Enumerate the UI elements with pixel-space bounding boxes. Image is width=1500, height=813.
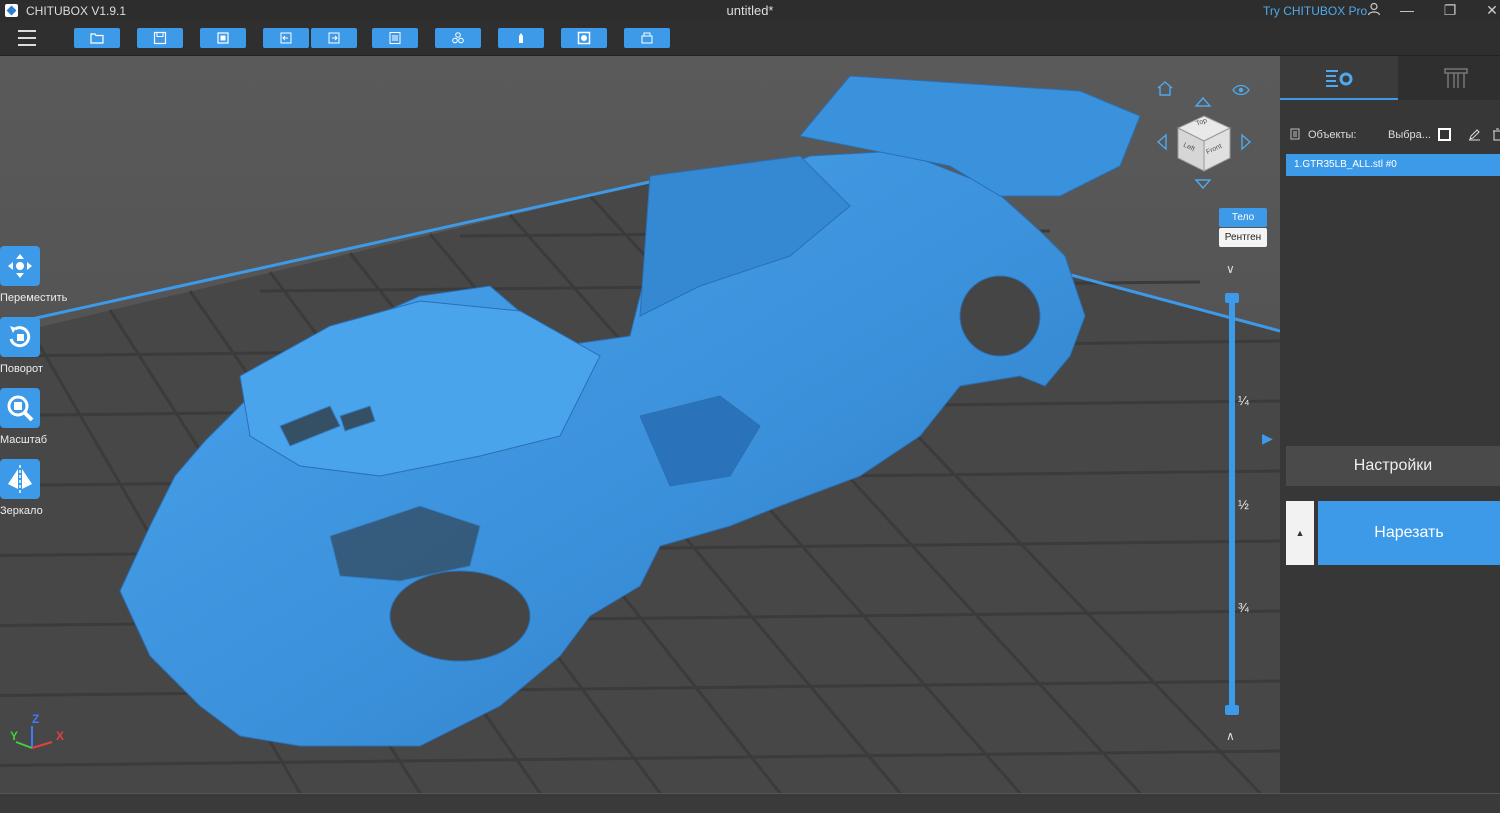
status-bar: [0, 793, 1500, 813]
slider-up-chevron-icon[interactable]: ∧: [1226, 729, 1235, 743]
mirror-label: Зеркало: [0, 505, 43, 517]
folder-icon: [90, 33, 104, 44]
render-mode-xray-button[interactable]: Рентген: [1219, 228, 1267, 247]
move-arrows-icon: [8, 254, 32, 278]
printer-settings-button[interactable]: [624, 28, 670, 48]
support-icon: [519, 33, 523, 43]
scale-tool[interactable]: Масштаб: [0, 388, 47, 446]
title-bar: CHITUBOX V1.9.1 untitled* Try CHITUBOX P…: [0, 0, 1500, 21]
scale-label: Масштаб: [0, 434, 48, 446]
maximize-button[interactable]: ❐: [1440, 0, 1460, 20]
select-all-checkbox[interactable]: [1438, 128, 1451, 141]
cubes-icon: [452, 32, 464, 44]
view-up-arrow-icon[interactable]: [1194, 96, 1212, 108]
settings-gear-list-icon: [1326, 70, 1353, 87]
hollow-button[interactable]: [561, 28, 607, 48]
open-file-button[interactable]: [74, 28, 120, 48]
slider-mark-quarter: ¼: [1238, 393, 1249, 408]
panel-tabs: [1280, 56, 1500, 100]
scale-magnifier-icon: [7, 395, 34, 422]
minimize-button[interactable]: —: [1397, 0, 1417, 20]
object-list-item[interactable]: 1.GTR35LB_ALL.stl #0: [1286, 154, 1500, 176]
layer-slider-bottom-handle[interactable]: [1225, 705, 1239, 715]
view-left-arrow-icon[interactable]: [1156, 133, 1168, 151]
mirror-tool[interactable]: Зеркало: [0, 459, 43, 517]
frame-icon: [217, 32, 229, 44]
slice-controls: ▲ Нарезать: [1286, 501, 1500, 565]
slider-down-chevron-icon[interactable]: ∨: [1226, 262, 1235, 276]
redo-icon: [328, 32, 340, 44]
3d-viewport[interactable]: Z X Y Top Left Front Переместить Поворот…: [0, 56, 1280, 793]
view-down-arrow-icon[interactable]: [1194, 178, 1212, 190]
settings-button[interactable]: Настройки: [1286, 446, 1500, 486]
rotate-icon: [9, 326, 31, 348]
user-account-icon[interactable]: [1367, 2, 1381, 16]
hollow-icon: [577, 31, 591, 45]
delete-trash-icon[interactable]: [1492, 128, 1500, 141]
support-pillars-icon: [1444, 68, 1468, 88]
auto-layout-button[interactable]: [435, 28, 481, 48]
close-window-button[interactable]: ✕: [1482, 0, 1500, 20]
rotate-tool[interactable]: Поворот: [0, 317, 43, 375]
slice-options-up-arrow-icon[interactable]: ▲: [1286, 501, 1314, 565]
screenshot-button[interactable]: [200, 28, 246, 48]
render-mode-body-button[interactable]: Тело: [1219, 208, 1267, 227]
save-button[interactable]: [137, 28, 183, 48]
redo-button[interactable]: [311, 28, 357, 48]
printer-icon: [641, 32, 653, 44]
undo-button[interactable]: [263, 28, 309, 48]
tab-support[interactable]: [1398, 56, 1500, 100]
home-view-icon[interactable]: [1156, 80, 1174, 96]
collapse-panel-arrow-icon[interactable]: ▶: [1262, 430, 1276, 448]
mirror-button[interactable]: [0, 459, 40, 499]
model-list-button[interactable]: [372, 28, 418, 48]
tab-model-settings[interactable]: [1280, 56, 1398, 100]
view-right-arrow-icon[interactable]: [1240, 133, 1252, 151]
select-all-label: Выбра...: [1388, 129, 1431, 141]
rotate-button[interactable]: [0, 317, 40, 357]
axis-label-z: Z: [32, 712, 40, 726]
undo-icon: [280, 32, 292, 44]
mirror-icon: [8, 465, 32, 493]
edit-icon[interactable]: [1468, 128, 1481, 141]
try-pro-link[interactable]: Try CHITUBOX Pro: [1263, 4, 1367, 18]
right-panel: Объекты: Выбра... 1.GTR35LB_ALL.stl #0 Н…: [1280, 56, 1500, 793]
move-label: Переместить: [0, 292, 68, 304]
main-toolbar: [0, 21, 1500, 56]
document-icon: [1290, 128, 1300, 140]
rotate-label: Поворот: [0, 363, 43, 375]
layer-slider[interactable]: [1225, 293, 1239, 715]
slider-mark-half: ½: [1238, 497, 1249, 512]
scale-button[interactable]: [0, 388, 40, 428]
list-icon: [389, 32, 401, 44]
hamburger-menu-icon[interactable]: [18, 30, 36, 46]
objects-label: Объекты:: [1308, 129, 1357, 141]
move-button[interactable]: [0, 246, 40, 286]
axis-label-x: X: [56, 729, 65, 743]
move-tool[interactable]: Переместить: [0, 246, 67, 304]
objects-header: Объекты: Выбра...: [1286, 126, 1500, 144]
visibility-eye-icon[interactable]: [1232, 84, 1250, 96]
auto-support-button[interactable]: [498, 28, 544, 48]
save-icon: [153, 31, 167, 45]
axis-label-y: Y: [10, 729, 19, 743]
build-plate-scene: [0, 56, 1280, 793]
slider-mark-three-quarter: ¾: [1238, 600, 1249, 615]
slice-button[interactable]: Нарезать: [1318, 501, 1500, 565]
layer-slider-top-handle[interactable]: [1225, 293, 1239, 303]
